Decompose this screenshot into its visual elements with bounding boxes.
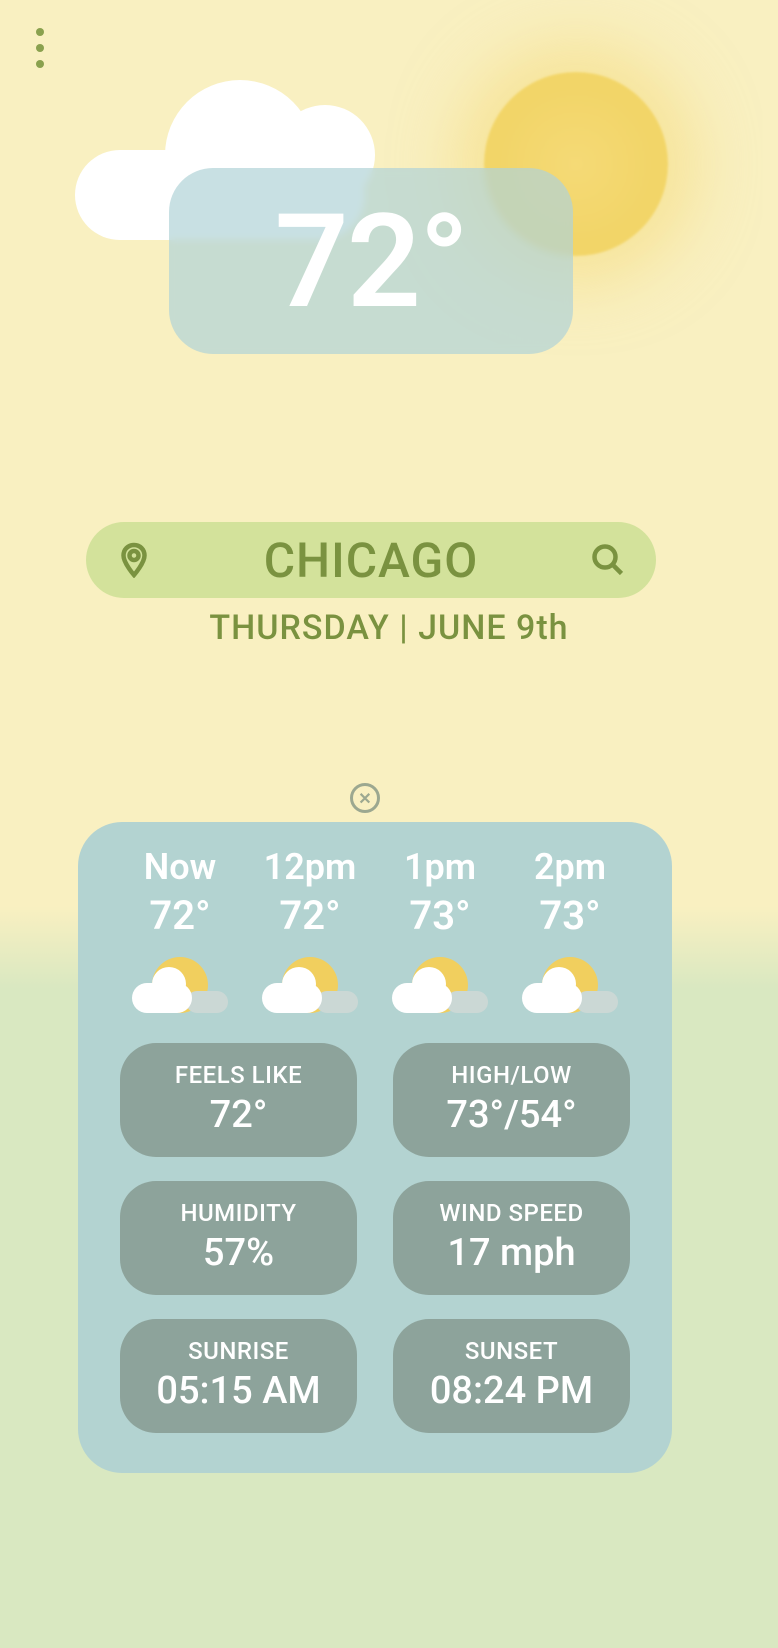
stat-label: SUNRISE	[130, 1337, 347, 1365]
partly-cloudy-icon	[262, 957, 358, 1013]
current-temp: 72°	[275, 185, 468, 338]
stat-label: WIND SPEED	[403, 1199, 620, 1227]
hour-slot: 12pm 72°	[250, 846, 370, 1013]
location-bar[interactable]: CHICAGO	[86, 522, 656, 598]
hour-temp: 72°	[250, 892, 370, 939]
stats-grid: FEELS LIKE 72° HIGH/LOW 73°/54° HUMIDITY…	[120, 1043, 630, 1433]
stat-label: HUMIDITY	[130, 1199, 347, 1227]
stat-value: 72°	[130, 1093, 347, 1137]
current-temp-card: 72°	[169, 168, 573, 354]
date-line: THURSDAY | JUNE 9th	[0, 608, 778, 648]
stat-value: 57%	[130, 1231, 347, 1275]
stat-sunrise: SUNRISE 05:15 AM	[120, 1319, 357, 1433]
stat-feels-like: FEELS LIKE 72°	[120, 1043, 357, 1157]
hour-temp: 72°	[120, 892, 240, 939]
search-icon[interactable]	[588, 540, 628, 580]
stat-value: 05:15 AM	[130, 1369, 347, 1413]
close-icon[interactable]: ✕	[350, 783, 380, 813]
partly-cloudy-icon	[522, 957, 618, 1013]
hour-label: 12pm	[250, 846, 370, 888]
hour-slot: Now 72°	[120, 846, 240, 1013]
stat-label: SUNSET	[403, 1337, 620, 1365]
hourly-forecast: Now 72° 12pm 72° 1pm 73° 2pm 73°	[120, 846, 630, 1013]
hour-slot: 1pm 73°	[380, 846, 500, 1013]
hour-temp: 73°	[510, 892, 630, 939]
hour-temp: 73°	[380, 892, 500, 939]
partly-cloudy-icon	[132, 957, 228, 1013]
forecast-card: Now 72° 12pm 72° 1pm 73° 2pm 73°	[78, 822, 672, 1473]
stat-wind-speed: WIND SPEED 17 mph	[393, 1181, 630, 1295]
stat-humidity: HUMIDITY 57%	[120, 1181, 357, 1295]
stat-value: 73°/54°	[403, 1093, 620, 1137]
partly-cloudy-icon	[392, 957, 488, 1013]
kebab-menu-icon[interactable]	[28, 28, 52, 68]
hour-slot: 2pm 73°	[510, 846, 630, 1013]
stat-sunset: SUNSET 08:24 PM	[393, 1319, 630, 1433]
hour-label: Now	[120, 846, 240, 888]
hour-label: 2pm	[510, 846, 630, 888]
stat-label: FEELS LIKE	[130, 1061, 347, 1089]
hour-label: 1pm	[380, 846, 500, 888]
stat-value: 08:24 PM	[403, 1369, 620, 1413]
stat-label: HIGH/LOW	[403, 1061, 620, 1089]
stat-high-low: HIGH/LOW 73°/54°	[393, 1043, 630, 1157]
location-pin-icon[interactable]	[114, 540, 154, 580]
stat-value: 17 mph	[403, 1231, 620, 1275]
city-name: CHICAGO	[264, 532, 479, 589]
